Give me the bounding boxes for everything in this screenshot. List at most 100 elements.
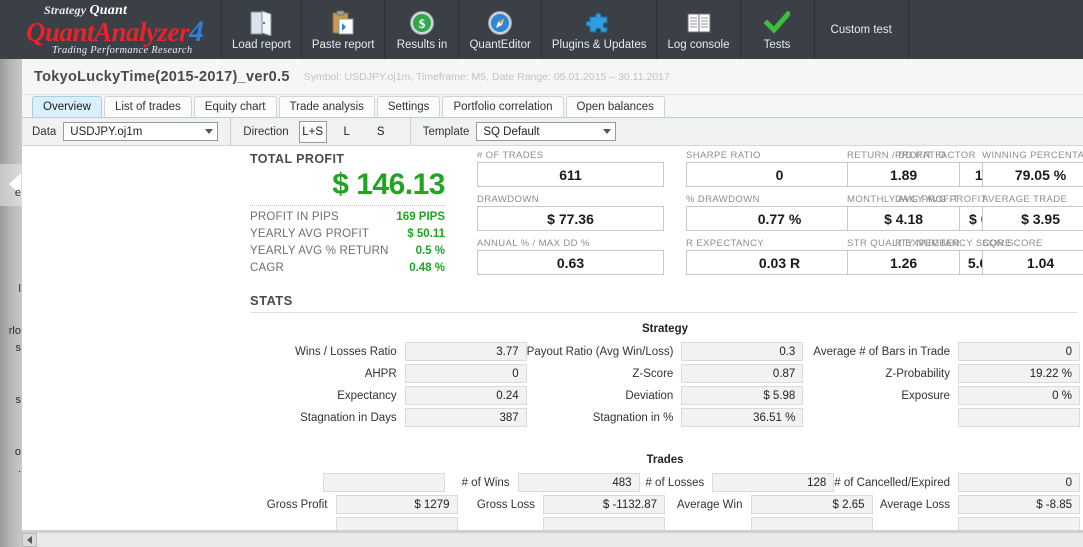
- kpi-number-of-trades: # OF TRADES 611: [477, 150, 664, 187]
- kpi-label: R EXPECTANCY: [686, 238, 764, 249]
- stat-value: 0.87: [681, 364, 804, 383]
- stat-value: [957, 408, 1080, 427]
- kpi-percent-drawdown: % DRAWDOWN 0.77 %: [686, 194, 873, 231]
- kpi-value: 1.04: [982, 250, 1083, 275]
- data-filter-group: Data USDJPY.oj1m: [32, 117, 232, 146]
- horizontal-scrollbar[interactable]: [22, 532, 1083, 547]
- tests-button[interactable]: Tests: [741, 0, 815, 59]
- stat-value: 387: [404, 408, 527, 427]
- stat-payout-ratio: Payout Ratio (Avg Win/Loss) 0.3: [527, 342, 804, 361]
- svg-text:$: $: [419, 16, 426, 31]
- report-tabs: Overview List of trades Equity chart Tra…: [22, 95, 1083, 118]
- total-profit-row: CAGR 0.48 %: [250, 260, 445, 277]
- table-row: Stagnation in Days 387 Stagnation in % 3…: [250, 408, 1080, 427]
- stat-label: Gross Loss: [476, 498, 535, 511]
- stat-empty: [803, 408, 1080, 427]
- stat-label: Expectancy: [337, 389, 397, 402]
- kpi-label: MONTHLY AVG PROFIT: [847, 194, 959, 205]
- kpi-monthly-avg-profit: MONTHLY AVG PROFIT $ 4.18: [847, 194, 961, 231]
- stat-label: Deviation: [625, 389, 674, 402]
- logo-tagline-bottom: Trading Performance Research: [52, 45, 193, 56]
- stat-value: 36.51 %: [681, 408, 804, 427]
- log-console-button[interactable]: Log console: [657, 0, 741, 59]
- quanteditor-label: QuantEditor: [469, 38, 531, 51]
- stat-exposure: Exposure 0 %: [803, 386, 1080, 405]
- quanteditor-button[interactable]: QuantEditor: [459, 0, 542, 59]
- rail-text-fragment: rlo: [8, 325, 21, 337]
- kpi-value: 611: [477, 162, 664, 187]
- paste-report-button[interactable]: Paste report: [302, 0, 386, 59]
- stat-label: # of Cancelled/Expired: [834, 476, 951, 489]
- kpi-label: STR QUALITY NUMBER: [847, 238, 961, 249]
- load-report-label: Load report: [232, 38, 291, 51]
- app-logo: Strategy Quant QuantAnalyzer4 Trading Pe…: [0, 0, 222, 59]
- kpi-annual-max-dd: ANNUAL % / MAX DD % 0.63: [477, 238, 664, 275]
- tab-trade-analysis[interactable]: Trade analysis: [278, 96, 375, 117]
- data-select-value: USDJPY.oj1m: [70, 125, 143, 138]
- stat-value: $ 5.98: [681, 386, 804, 405]
- report-panel: TokyoLuckyTime(2015-2017)_ver0.5 Symbol:…: [22, 59, 1083, 547]
- tab-settings[interactable]: Settings: [376, 96, 441, 117]
- rail-text-fragment: o: [14, 446, 21, 458]
- stat-value: [322, 473, 445, 492]
- total-profit-block: TOTAL PROFIT $ 146.13 PROFIT IN PIPS 169…: [250, 152, 446, 277]
- table-row: Gross Profit $ 1279 Gross Loss $ -1132.8…: [250, 495, 1080, 514]
- tab-list-of-trades[interactable]: List of trades: [103, 96, 192, 117]
- stat-stagnation-in-days: Stagnation in Days 387: [250, 408, 527, 427]
- trade-number-of-wins: # of Wins 483: [445, 473, 640, 492]
- chevron-down-icon: [205, 129, 214, 134]
- data-select[interactable]: USDJPY.oj1m: [63, 122, 219, 141]
- report-subtitle: Symbol: USDJPY.oj1m, Timeframe: M5, Date…: [303, 70, 670, 83]
- results-in-label: Results in: [396, 38, 448, 51]
- yearly-avg-profit-value: $ 50.11: [407, 228, 445, 240]
- filter-bar: Data USDJPY.oj1m Direction L+S L S Templ…: [22, 117, 1083, 146]
- stat-label: # of Losses: [645, 476, 705, 489]
- tab-overview[interactable]: Overview: [32, 96, 102, 117]
- trade-average-win: Average Win $ 2.65: [665, 495, 873, 514]
- template-label: Template: [422, 125, 470, 138]
- total-profit-value: $ 146.13: [332, 168, 445, 201]
- stat-label: Wins / Losses Ratio: [295, 345, 397, 358]
- stat-z-probability: Z-Probability 19.22 %: [803, 364, 1080, 383]
- yearly-avg-return-label: YEARLY AVG % RETURN: [250, 245, 389, 257]
- kpi-value: 79.05 %: [982, 162, 1083, 187]
- direction-label: Direction: [243, 125, 289, 138]
- logo-strategy-text: Strategy: [44, 3, 87, 17]
- trade-average-loss: Average Loss $ -8.85: [873, 495, 1080, 514]
- report-header: TokyoLuckyTime(2015-2017)_ver0.5 Symbol:…: [22, 59, 1083, 95]
- left-sidebar-rail[interactable]: e l rlo s s o .: [0, 59, 22, 547]
- direction-option-ls[interactable]: L+S: [298, 120, 327, 143]
- stat-avg-bars-in-trade: Average # of Bars in Trade 0: [803, 342, 1080, 361]
- results-in-button[interactable]: $ Results in: [385, 0, 460, 59]
- load-report-button[interactable]: Load report: [222, 0, 302, 59]
- tab-portfolio-correlation[interactable]: Portfolio correlation: [442, 96, 564, 117]
- template-select[interactable]: SQ Default: [476, 122, 617, 141]
- total-profit-row: YEARLY AVG % RETURN 0.5 %: [250, 243, 445, 260]
- stats-heading: STATS: [250, 293, 293, 308]
- stat-label: Stagnation in Days: [300, 411, 397, 424]
- kpi-value: 0: [686, 162, 873, 187]
- stat-ahpr: AHPR 0: [250, 364, 527, 383]
- tab-equity-chart[interactable]: Equity chart: [193, 96, 277, 117]
- trade-gross-loss: Gross Loss $ -1132.87: [458, 495, 665, 514]
- tab-open-balances[interactable]: Open balances: [565, 96, 665, 117]
- stat-stagnation-in-percent: Stagnation in % 36.51 %: [527, 408, 804, 427]
- cagr-label: CAGR: [250, 262, 285, 274]
- stat-z-score: Z-Score 0.87: [527, 364, 804, 383]
- table-row: Wins / Losses Ratio 3.77 Payout Ratio (A…: [250, 342, 1080, 361]
- custom-test-button[interactable]: Custom test: [815, 0, 909, 59]
- kpi-label: WINNING PERCENTAGE: [982, 150, 1083, 161]
- scrollbar-track[interactable]: [37, 533, 1083, 547]
- direction-option-l[interactable]: L: [333, 121, 361, 143]
- stat-value: 19.22 %: [957, 364, 1080, 383]
- stat-value: 3.77: [404, 342, 527, 361]
- paste-report-label: Paste report: [311, 38, 375, 51]
- direction-option-s[interactable]: S: [367, 121, 395, 143]
- trade-number-of-losses: # of Losses 128: [640, 473, 835, 492]
- kpi-value: $ 4.18: [847, 206, 961, 231]
- stat-value: $ 1279: [335, 495, 458, 514]
- stat-value: 128: [712, 473, 835, 492]
- scroll-left-arrow-icon[interactable]: [22, 533, 37, 547]
- plugins-updates-button[interactable]: Plugins & Updates: [542, 0, 658, 59]
- kpi-value: 0.63: [477, 250, 664, 275]
